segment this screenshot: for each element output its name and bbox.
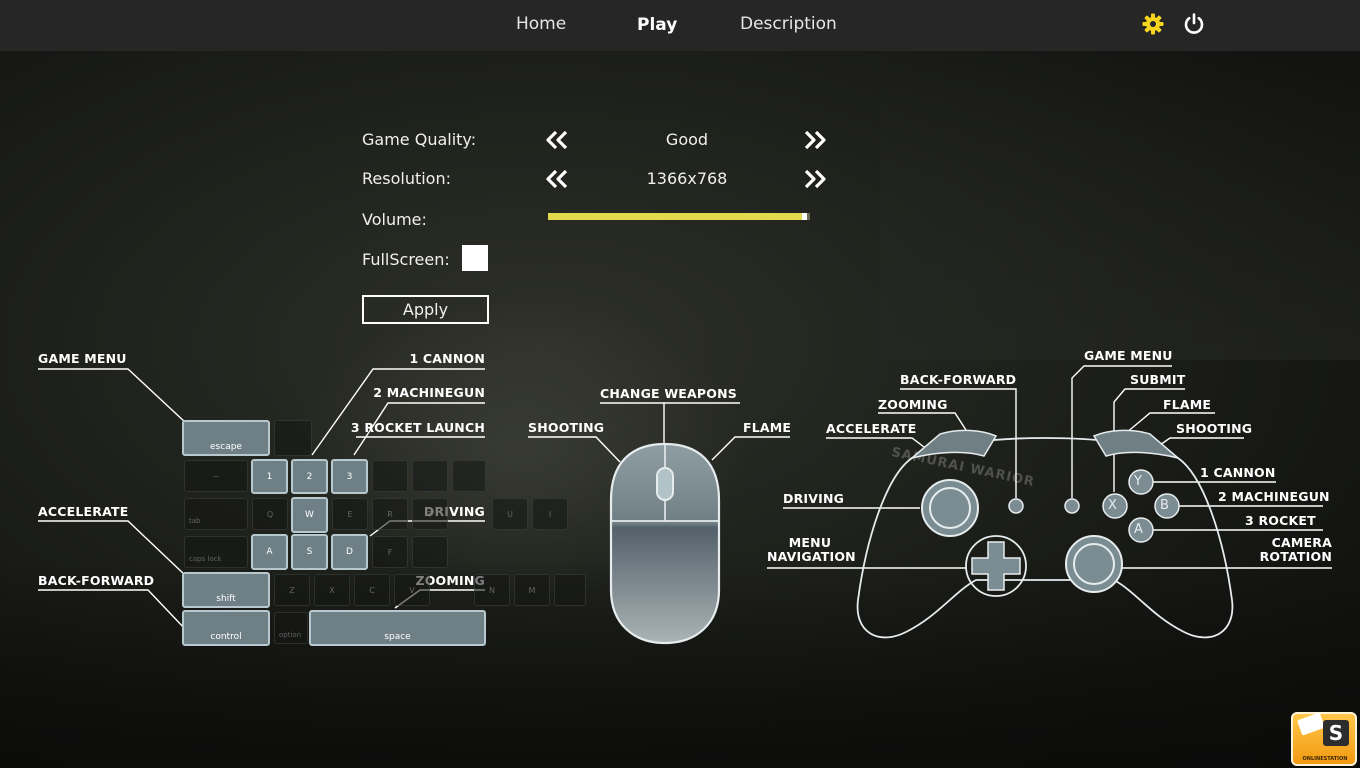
nav-description[interactable]: Description	[740, 14, 837, 34]
nav-home[interactable]: Home	[516, 14, 566, 34]
gp-label-zooming: ZOOMING	[878, 397, 948, 412]
gp-label-camera-rotation: CAMERA ROTATION	[1260, 536, 1332, 564]
nav-play[interactable]: Play	[637, 15, 677, 35]
key-blank-1	[274, 420, 312, 456]
volume-label: Volume:	[362, 210, 427, 229]
key-c: C	[354, 574, 390, 606]
gp-label-menu-navigation-line2: NAVIGATION	[767, 549, 856, 564]
fullscreen-label: FullScreen:	[362, 250, 450, 269]
key-3: 3	[331, 459, 368, 494]
logo-letter: S	[1323, 720, 1349, 746]
key-option: option	[274, 612, 308, 644]
key-blank-5	[412, 536, 448, 568]
gp-label-back-forward: BACK-FORWARD	[900, 372, 1017, 387]
mouse-label-change-weapons: CHANGE WEAPONS	[600, 386, 737, 401]
mouse-label-shooting: SHOOTING	[528, 420, 605, 435]
key-r: R	[372, 498, 408, 530]
key-tab: tab	[184, 498, 248, 530]
key-blank-2	[372, 460, 408, 492]
quality-prev-arrow-icon[interactable]	[544, 129, 570, 151]
resolution-value: 1366x768	[646, 169, 728, 188]
onlinestation-logo[interactable]: S ONLINESTATION	[1291, 712, 1357, 766]
game-quality-value: Good	[665, 130, 709, 149]
kb-label-game-menu: GAME MENU	[38, 351, 127, 366]
volume-slider-fill	[548, 213, 802, 220]
logo-badge	[1296, 712, 1326, 736]
key-u: U	[492, 498, 528, 530]
key-w: W	[291, 497, 328, 533]
gp-label-menu-navigation: MENU NAVIGATION	[767, 535, 856, 564]
key-tilde: ~	[184, 460, 248, 492]
kb-label-accelerate: ACCELERATE	[38, 504, 129, 519]
gp-label-menu-navigation-line1: MENU	[788, 535, 832, 550]
game-quality-label: Game Quality:	[362, 130, 477, 149]
resolution-next-arrow-icon[interactable]	[802, 168, 828, 190]
gamepad-illustration	[856, 429, 1234, 639]
key-1: 1	[251, 459, 288, 494]
kb-label-back-forward: BACK-FORWARD	[38, 573, 155, 588]
gp-label-rocket: 3 ROCKET	[1245, 513, 1316, 528]
gp-label-shooting: SHOOTING	[1176, 421, 1253, 436]
key-e: E	[332, 498, 368, 530]
kb-label-machinegun: 2 MACHINEGUN	[373, 385, 485, 400]
key-blank-3	[412, 460, 448, 492]
gp-label-flame: FLAME	[1163, 397, 1212, 412]
gp-label-machinegun: 2 MACHINEGUN	[1218, 489, 1330, 504]
fullscreen-checkbox[interactable]	[462, 245, 488, 271]
gp-label-accelerate: ACCELERATE	[826, 421, 917, 436]
gamepad-button-b: B	[1160, 498, 1170, 513]
key-s: S	[291, 534, 328, 570]
key-control: control	[182, 610, 270, 646]
gear-icon[interactable]	[1141, 12, 1165, 36]
key-escape: escape	[182, 420, 270, 456]
volume-slider-handle[interactable]	[802, 213, 807, 220]
gamepad-button-x: X	[1108, 498, 1118, 513]
gp-label-camera-rotation-line1: CAMERA	[1271, 535, 1332, 550]
key-blank-6	[554, 574, 586, 606]
key-x: X	[314, 574, 350, 606]
volume-slider[interactable]	[548, 213, 810, 220]
apply-button[interactable]: Apply	[362, 295, 489, 324]
gamepad-button-y: Y	[1134, 474, 1143, 489]
background-city	[880, 60, 1360, 360]
key-v: V	[394, 574, 430, 606]
kb-label-rocket-launch: 3 ROCKET LAUNCH	[350, 420, 485, 435]
mouse-label-flame: FLAME	[743, 420, 792, 435]
gp-label-game-menu: GAME MENU	[1084, 348, 1173, 363]
resolution-label: Resolution:	[362, 169, 451, 188]
gp-label-submit: SUBMIT	[1130, 372, 1186, 387]
gamepad-button-a: A	[1134, 522, 1144, 537]
key-f: F	[372, 536, 408, 568]
resolution-prev-arrow-icon[interactable]	[544, 168, 570, 190]
key-t: T	[412, 498, 448, 530]
key-a: A	[251, 534, 288, 570]
key-q: Q	[252, 498, 288, 530]
power-icon[interactable]	[1182, 12, 1206, 36]
key-d: D	[331, 534, 368, 570]
key-m: M	[514, 574, 550, 606]
key-space: space	[309, 610, 486, 646]
key-z: Z	[274, 574, 310, 606]
mouse-illustration	[609, 442, 721, 645]
quality-next-arrow-icon[interactable]	[802, 129, 828, 151]
key-shift: shift	[182, 572, 270, 608]
key-caps-lock: caps lock	[184, 536, 248, 568]
logo-text: ONLINESTATION	[1302, 756, 1348, 762]
key-blank-4	[452, 460, 486, 492]
gp-label-camera-rotation-line2: ROTATION	[1259, 549, 1332, 564]
kb-label-cannon: 1 CANNON	[409, 351, 485, 366]
key-2: 2	[291, 459, 328, 494]
key-i: I	[532, 498, 568, 530]
gp-label-driving: DRIVING	[783, 491, 845, 506]
top-navigation-bar: Home Play Description	[0, 0, 1360, 51]
key-n: N	[474, 574, 510, 606]
gp-label-cannon: 1 CANNON	[1200, 465, 1276, 480]
